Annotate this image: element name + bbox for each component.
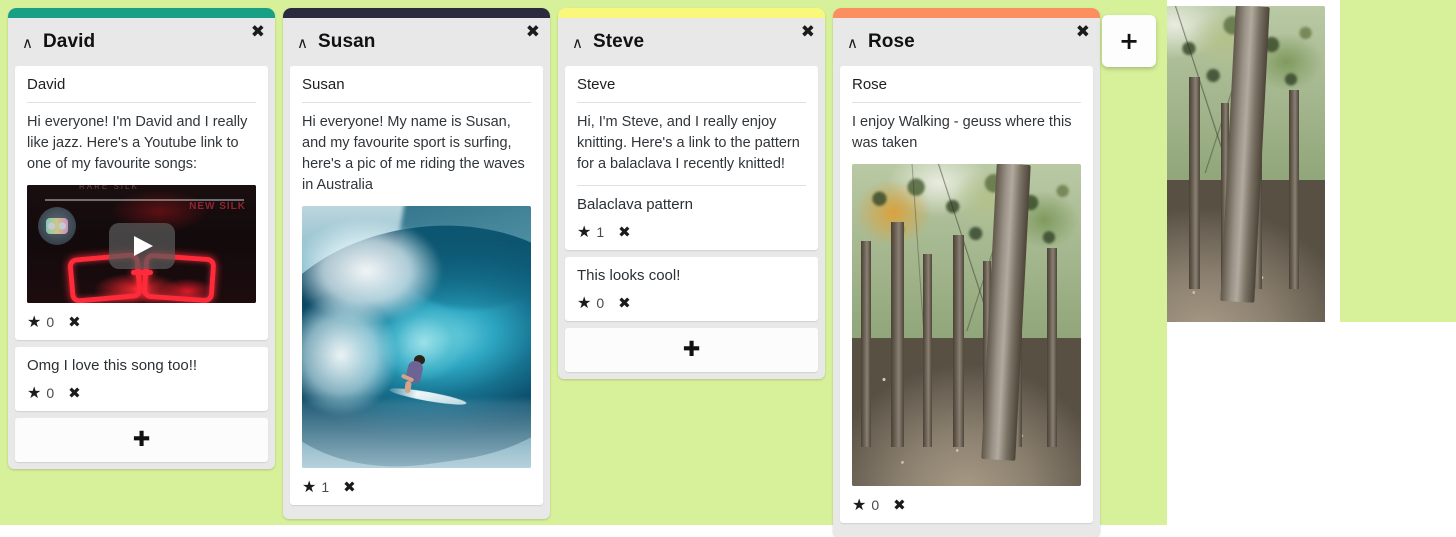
star-button[interactable]: ★ 0 xyxy=(577,293,605,312)
post-author: David xyxy=(27,76,256,103)
column-stripe-steve xyxy=(558,8,825,18)
delete-post-icon[interactable]: ✖ xyxy=(68,314,81,330)
close-x-icon[interactable]: ✖ xyxy=(251,24,265,41)
chevron-up-icon[interactable]: ∧ xyxy=(297,35,308,51)
post-actions: ★ 1 ✖ xyxy=(577,213,806,241)
column-title: David xyxy=(42,31,96,52)
column-stripe-susan xyxy=(283,8,550,18)
post-media-photo[interactable] xyxy=(302,206,531,468)
delete-post-icon[interactable]: ✖ xyxy=(618,224,631,240)
post-author: Rose xyxy=(852,76,1081,103)
column-title: Steve xyxy=(592,31,645,52)
star-icon: ★ xyxy=(302,477,317,496)
post-media-photo[interactable] xyxy=(852,164,1081,486)
column-header-rose: ∧ Rose ✖ xyxy=(833,18,1100,66)
close-x-icon[interactable]: ✖ xyxy=(801,24,815,41)
play-button-icon[interactable] xyxy=(108,223,175,270)
comment-actions: ★ 0 ✖ xyxy=(577,284,806,312)
board-canvas-right xyxy=(1340,0,1456,322)
comment-panel: This looks cool! ★ 0 ✖ xyxy=(565,257,818,321)
forest-walk-photo xyxy=(852,164,1081,486)
plus-icon: ✚ xyxy=(682,337,701,361)
surfing-photo xyxy=(302,206,531,468)
chevron-up-icon[interactable]: ∧ xyxy=(572,35,583,51)
post-panel: Rose I enjoy Walking - geuss where this … xyxy=(840,66,1093,523)
delete-post-icon[interactable]: ✖ xyxy=(893,497,906,513)
star-icon: ★ xyxy=(577,293,592,312)
post-text: Hi everyone! My name is Susan, and my fa… xyxy=(302,114,525,193)
comment-text: Omg I love this song too!! xyxy=(27,357,198,374)
forest-walk-photo xyxy=(1167,6,1325,322)
post-panel: Rose I enjoy Walking - geuss where this … xyxy=(1167,0,1337,322)
post-actions: ★ 0 ✖ xyxy=(27,303,256,331)
column-body-steve: Steve Hi, I'm Steve, and I really enjoy … xyxy=(558,66,825,379)
column-header-steve: ∧ Steve ✖ xyxy=(558,18,825,66)
star-button[interactable]: ★ 0 xyxy=(852,495,880,514)
star-icon: ★ xyxy=(27,312,42,331)
column-stripe-david xyxy=(8,8,275,18)
column-body-david: David Hi everyone! I'm David and I reall… xyxy=(8,66,275,469)
post-text: I enjoy Walking - geuss where this was t… xyxy=(852,114,1072,151)
post-panel: David Hi everyone! I'm David and I reall… xyxy=(15,66,268,340)
column-card-susan[interactable]: ∧ Susan ✖ Susan Hi everyone! My name is … xyxy=(283,8,550,519)
star-button[interactable]: ★ 1 xyxy=(302,477,330,496)
post-panel: Susan Hi everyone! My name is Susan, and… xyxy=(290,66,543,505)
comment-panel: Omg I love this song too!! ★ 0 ✖ xyxy=(15,347,268,411)
close-x-icon[interactable]: ✖ xyxy=(526,24,540,41)
post-author: Susan xyxy=(302,76,531,103)
star-icon: ★ xyxy=(577,222,592,241)
star-button[interactable]: ★ 1 xyxy=(577,222,605,241)
star-icon: ★ xyxy=(27,383,42,402)
column-body-susan: Susan Hi everyone! My name is Susan, and… xyxy=(283,66,550,519)
post-text: Hi everyone! I'm David and I really like… xyxy=(27,114,248,172)
column-list: ∧ David ✖ David Hi everyone! I'm David a… xyxy=(8,8,1100,537)
column-title: Rose xyxy=(867,31,915,52)
chevron-up-icon[interactable]: ∧ xyxy=(22,35,33,51)
post-actions: ★ 1 ✖ xyxy=(302,468,531,496)
column-header-david: ∧ David ✖ xyxy=(8,18,275,66)
kanban-board: ∧ David ✖ David Hi everyone! I'm David a… xyxy=(0,0,1456,537)
column-card-steve[interactable]: ∧ Steve ✖ Steve Hi, I'm Steve, and I rea… xyxy=(558,8,825,379)
column-stripe-rose xyxy=(833,8,1100,18)
column-card-david[interactable]: ∧ David ✖ David Hi everyone! I'm David a… xyxy=(8,8,275,469)
chevron-up-icon[interactable]: ∧ xyxy=(847,35,858,51)
post-panel: Steve Hi, I'm Steve, and I really enjoy … xyxy=(565,66,818,250)
add-comment-button[interactable]: ✚ xyxy=(15,418,268,462)
star-count: 0 xyxy=(596,295,605,311)
star-count: 1 xyxy=(321,479,330,495)
star-count: 1 xyxy=(596,224,605,240)
column-header-susan: ∧ Susan ✖ xyxy=(283,18,550,66)
post-media-youtube[interactable]: RARE SILK NEW SILK Rare Silk - Storm (..… xyxy=(27,185,256,303)
drag-preview-content: Rose I enjoy Walking - geuss where this … xyxy=(1167,0,1337,322)
star-count: 0 xyxy=(46,314,55,330)
star-count: 0 xyxy=(871,497,880,513)
star-button[interactable]: ★ 0 xyxy=(27,312,55,331)
add-column-button[interactable]: + xyxy=(1102,15,1156,67)
plus-icon: + xyxy=(1118,27,1140,55)
drag-preview-card: Rose I enjoy Walking - geuss where this … xyxy=(1167,0,1340,322)
column-title: Susan xyxy=(317,31,376,52)
youtube-embed[interactable]: RARE SILK NEW SILK Rare Silk - Storm (..… xyxy=(27,185,256,303)
channel-avatar xyxy=(38,207,76,245)
post-text: Hi, I'm Steve, and I really enjoy knitti… xyxy=(577,114,800,172)
delete-comment-icon[interactable]: ✖ xyxy=(618,295,631,311)
plus-icon: ✚ xyxy=(132,427,151,451)
column-body-rose: Rose I enjoy Walking - geuss where this … xyxy=(833,66,1100,537)
post-media-photo xyxy=(1167,6,1325,322)
post-author: Steve xyxy=(577,76,806,103)
comment-actions: ★ 0 ✖ xyxy=(27,374,256,402)
add-comment-button[interactable]: ✚ xyxy=(565,328,818,372)
delete-post-icon[interactable]: ✖ xyxy=(343,479,356,495)
post-actions: ★ 0 ✖ xyxy=(852,486,1081,514)
star-count: 0 xyxy=(46,385,55,401)
star-icon: ★ xyxy=(852,495,867,514)
delete-comment-icon[interactable]: ✖ xyxy=(68,385,81,401)
comment-text: This looks cool! xyxy=(577,267,681,284)
star-button[interactable]: ★ 0 xyxy=(27,383,55,402)
column-card-rose[interactable]: ∧ Rose ✖ Rose I enjoy Walking - geuss wh… xyxy=(833,8,1100,537)
post-link[interactable]: Balaclava pattern xyxy=(577,186,806,213)
close-x-icon[interactable]: ✖ xyxy=(1076,24,1090,41)
